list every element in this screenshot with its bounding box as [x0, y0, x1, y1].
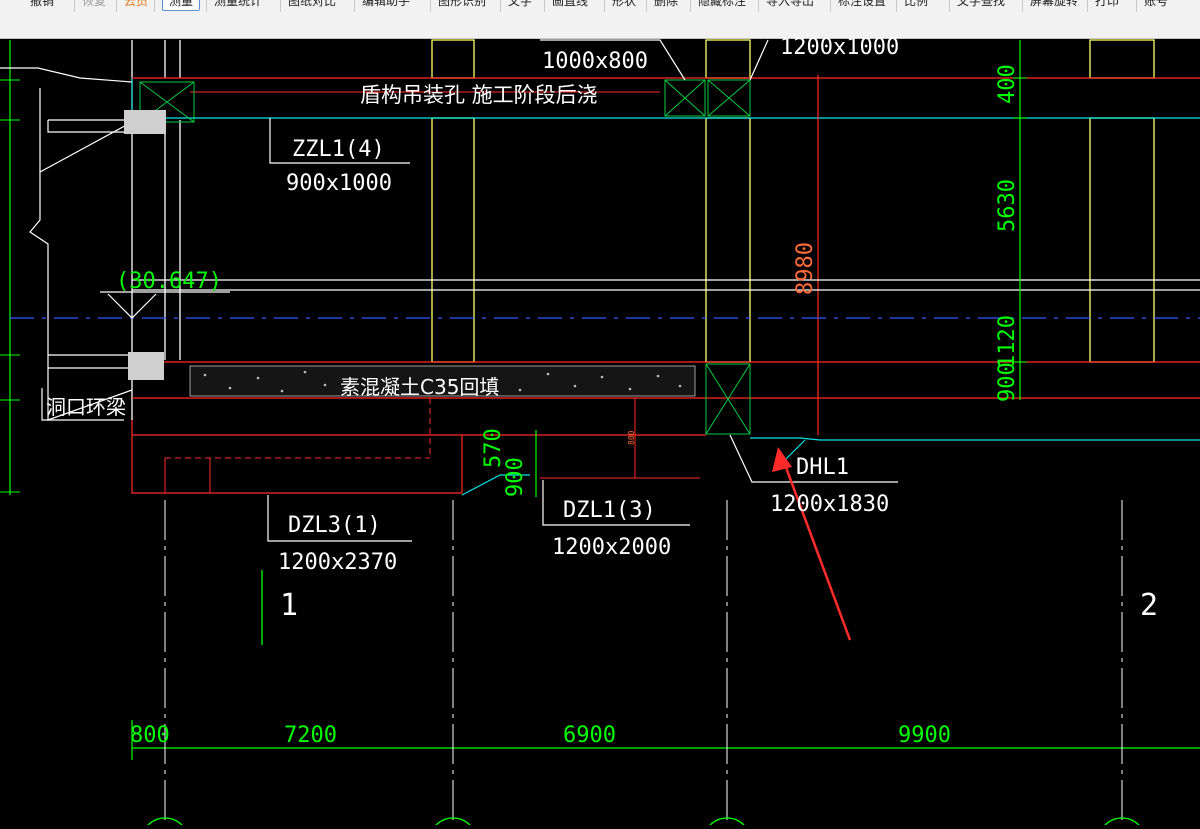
- toolbar-separator: [1022, 0, 1023, 12]
- toolbar-item[interactable]: 文字: [508, 0, 532, 11]
- column-outline: [431, 117, 475, 363]
- toolbar-item[interactable]: 图纸对比: [288, 0, 336, 11]
- toolbar-separator: [1087, 0, 1088, 12]
- toolbar-separator: [690, 0, 691, 12]
- toolbar-item[interactable]: 账号: [1144, 0, 1168, 11]
- toolbar-separator: [1136, 0, 1137, 12]
- toolbar-separator: [206, 0, 207, 12]
- span-6900: 6900: [563, 723, 616, 748]
- ring-beam-label: 洞口环梁: [46, 395, 126, 419]
- toolbar-item[interactable]: 编辑助手: [362, 0, 410, 11]
- toolbar-separator: [758, 0, 759, 12]
- toolbar-separator: [154, 0, 155, 12]
- toolbar-separator: [500, 0, 501, 12]
- toolbar-item[interactable]: 文字查找: [957, 0, 1005, 11]
- axis-number-2: 2: [1140, 588, 1158, 623]
- toolbar-separator: [74, 0, 75, 12]
- span-7200: 7200: [284, 723, 337, 748]
- dhl1-label: DHL1: [796, 455, 849, 480]
- dzl3-label: DZL3(1): [288, 513, 381, 538]
- dim-8980: 8980: [793, 242, 818, 295]
- toolbar-item[interactable]: 测量: [162, 0, 201, 11]
- toolbar-item[interactable]: 导入导出: [766, 0, 814, 11]
- dim-1120: 1120: [995, 315, 1020, 368]
- toolbar-item[interactable]: 标注设置: [838, 0, 886, 11]
- toolbar-separator: [280, 0, 281, 12]
- dim-800-small: 800: [627, 430, 636, 445]
- beam-label-1000x800: 1000x800: [542, 49, 648, 74]
- toolbar-item[interactable]: 恢复: [82, 0, 106, 11]
- toolbar-item[interactable]: 隐藏标注: [698, 0, 746, 11]
- toolbar-separator: [544, 0, 545, 12]
- shield-lifting-note: 盾构吊装孔 施工阶段后浇: [360, 83, 598, 107]
- toolbar-separator: [830, 0, 831, 12]
- toolbar-item[interactable]: 图形识别: [438, 0, 486, 11]
- column-outline: [431, 39, 475, 79]
- elevation-label: (30.647): [116, 269, 222, 294]
- toolbar-separator: [430, 0, 431, 12]
- toolbar: 撤销 恢复 云员 测量 测量统计 图纸对比 编辑助手 图形识别 文字 画直线 形状 删除 隐藏标注 导入导…: [0, 0, 1200, 39]
- backfill-note: 素混凝土C35回填: [340, 375, 499, 399]
- toolbar-separator: [116, 0, 117, 12]
- dzl1-label: DZL1(3): [563, 498, 656, 523]
- beam-label-1200x1000: 1200x1000: [780, 38, 899, 60]
- annotation-arrow-head: [772, 447, 792, 472]
- toolbar-item[interactable]: 撤销: [30, 0, 54, 11]
- toolbar-item[interactable]: 测量统计: [214, 0, 262, 11]
- dhl1-size: 1200x1830: [770, 492, 889, 517]
- axis-number-1: 1: [280, 588, 298, 623]
- dzl3-size: 1200x2370: [278, 550, 397, 575]
- dzl1-size: 1200x2000: [552, 535, 671, 560]
- annotation-arrow: [782, 461, 852, 641]
- cad-drawing-canvas[interactable]: 1000x800 1200x1000 盾构吊装孔 施工阶段后浇 ZZL1(4) …: [0, 35, 1200, 829]
- cad-drawing[interactable]: 1000x800 1200x1000 盾构吊装孔 施工阶段后浇 ZZL1(4) …: [0, 35, 1200, 829]
- toolbar-item[interactable]: 比例: [904, 0, 928, 11]
- toolbar-item[interactable]: 屏幕旋转: [1030, 0, 1078, 11]
- dim-400: 400: [995, 64, 1020, 104]
- toolbar-separator: [949, 0, 950, 12]
- toolbar-separator: [604, 0, 605, 12]
- toolbar-item[interactable]: 打印: [1095, 0, 1119, 11]
- dim-900-right: 900: [995, 362, 1020, 402]
- span-800: 800: [130, 723, 170, 748]
- zzl1-label: ZZL1(4): [292, 137, 385, 162]
- toolbar-item[interactable]: 形状: [612, 0, 636, 11]
- zzl1-size: 900x1000: [286, 171, 392, 196]
- hatched-block: [124, 110, 166, 134]
- toolbar-item[interactable]: 云员: [124, 0, 148, 11]
- toolbar-separator: [646, 0, 647, 12]
- toolbar-separator: [896, 0, 897, 12]
- toolbar-item[interactable]: 删除: [654, 0, 678, 11]
- toolbar-item[interactable]: 画直线: [552, 0, 588, 11]
- toolbar-separator: [354, 0, 355, 12]
- span-9900: 9900: [898, 723, 951, 748]
- dim-5630: 5630: [995, 179, 1020, 232]
- dim-900-mid: 900: [503, 457, 528, 497]
